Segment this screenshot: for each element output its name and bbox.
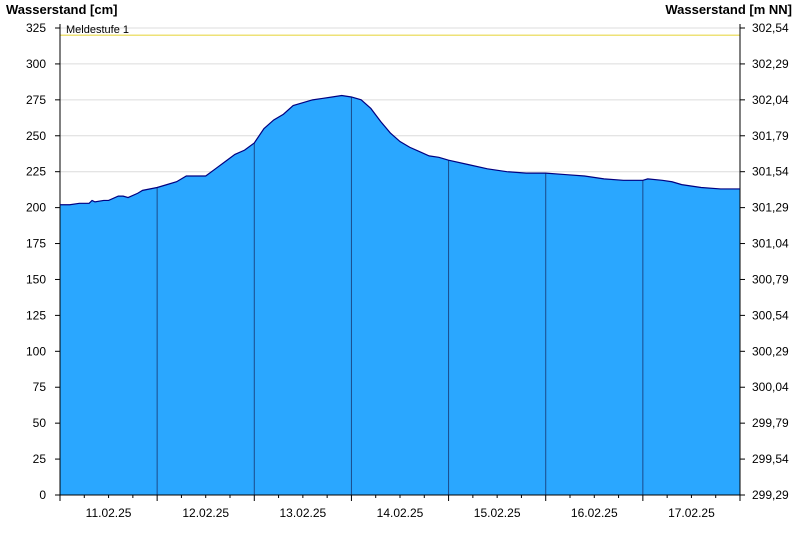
left-tick-label: 325 bbox=[26, 21, 46, 35]
left-tick-label: 225 bbox=[26, 165, 46, 179]
left-tick-label: 0 bbox=[39, 488, 46, 502]
right-tick-label: 301,04 bbox=[752, 237, 789, 251]
right-tick-label: 300,79 bbox=[752, 272, 789, 286]
right-tick-label: 301,29 bbox=[752, 201, 789, 215]
left-tick-label: 50 bbox=[33, 416, 47, 430]
x-tick-label: 16.02.25 bbox=[571, 506, 618, 520]
left-tick-label: 275 bbox=[26, 93, 46, 107]
left-tick-label: 300 bbox=[26, 57, 46, 71]
x-tick-label: 14.02.25 bbox=[377, 506, 424, 520]
left-tick-label: 250 bbox=[26, 129, 46, 143]
right-axis-title: Wasserstand [m NN] bbox=[665, 2, 792, 17]
left-tick-label: 125 bbox=[26, 308, 46, 322]
right-tick-label: 302,29 bbox=[752, 57, 789, 71]
right-y-axis-ticks: 299,29 299,54 299,79 300,04 300,29 300,54 300,… bbox=[740, 21, 789, 502]
right-tick-label: 302,54 bbox=[752, 21, 789, 35]
x-tick-label: 17.02.25 bbox=[668, 506, 715, 520]
right-tick-label: 300,04 bbox=[752, 380, 789, 394]
right-tick-label: 300,54 bbox=[752, 308, 789, 322]
x-tick-label: 13.02.25 bbox=[279, 506, 326, 520]
left-tick-label: 25 bbox=[33, 452, 47, 466]
water-level-area bbox=[60, 95, 740, 495]
threshold-label: Meldestufe 1 bbox=[66, 24, 129, 36]
left-tick-label: 100 bbox=[26, 344, 46, 358]
x-axis-ticks: 11.02.25 12.02.25 13.02.25 14.02.25 15.02.25… bbox=[59, 495, 741, 520]
right-tick-label: 300,29 bbox=[752, 344, 789, 358]
right-tick-label: 302,04 bbox=[752, 93, 789, 107]
left-axis-title: Wasserstand [cm] bbox=[6, 2, 118, 17]
x-tick-label: 12.02.25 bbox=[182, 506, 229, 520]
water-level-chart: Wasserstand [cm] Wasserstand [m NN] Meld… bbox=[6, 2, 792, 520]
left-tick-label: 175 bbox=[26, 237, 46, 251]
left-y-axis-ticks: 0 25 50 75 100 125 150 175 200 225 250 275 300 325 bbox=[26, 21, 60, 502]
right-tick-label: 299,54 bbox=[752, 452, 789, 466]
right-tick-label: 299,79 bbox=[752, 416, 789, 430]
left-tick-label: 200 bbox=[26, 201, 46, 215]
x-tick-label: 11.02.25 bbox=[86, 506, 132, 520]
x-tick-label: 15.02.25 bbox=[474, 506, 521, 520]
right-tick-label: 299,29 bbox=[752, 488, 789, 502]
right-tick-label: 301,79 bbox=[752, 129, 789, 143]
left-tick-label: 150 bbox=[26, 272, 46, 286]
left-tick-label: 75 bbox=[33, 380, 47, 394]
right-tick-label: 301,54 bbox=[752, 165, 789, 179]
